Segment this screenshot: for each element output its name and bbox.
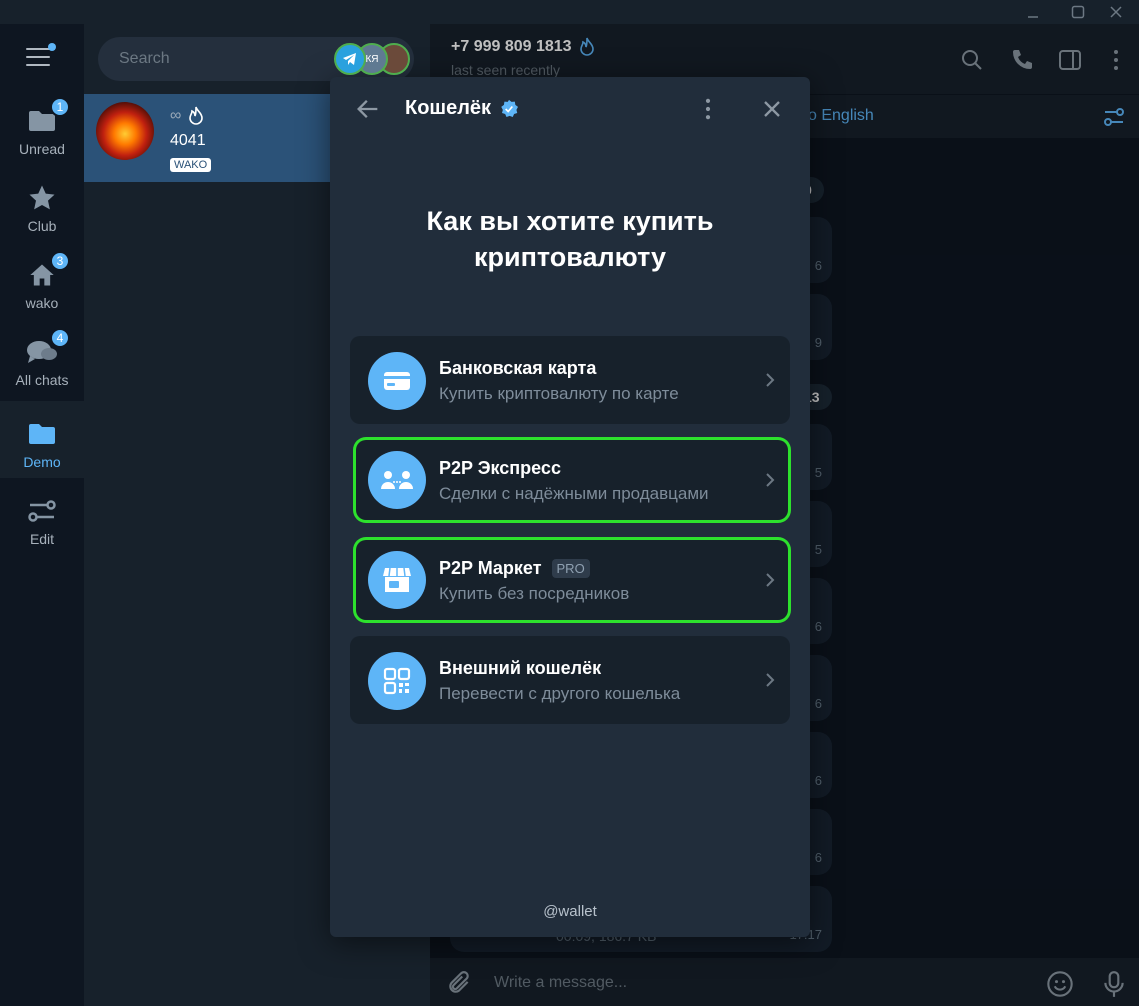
unread-badge: 1 [50,97,70,117]
option-subtitle: Сделки с надёжными продавцами [439,484,709,503]
dialog-title: Кошелёк [405,97,519,120]
card-icon [368,352,426,410]
folder-edit[interactable]: Edit [0,478,84,555]
qr-icon [368,652,426,710]
folder-icon: 1 [26,97,70,137]
chevron-right-icon [764,370,776,390]
folder-wako[interactable]: 3 wako [0,242,84,319]
option-title: P2P Экспресс [439,458,561,478]
back-arrow-icon[interactable] [354,95,382,123]
close-window-icon[interactable] [1093,0,1139,24]
more-vertical-icon[interactable] [694,95,722,123]
search-input[interactable]: Search КЯ [98,37,414,81]
home-icon: 3 [26,251,70,291]
option-title: Внешний кошелёк [439,658,602,678]
close-icon[interactable] [758,95,786,123]
star-icon [26,182,58,214]
folder-icon [26,418,58,450]
option-subtitle: Купить без посредников [439,584,630,603]
folder-demo[interactable]: Demo [0,401,84,478]
bot-username[interactable]: @wallet [330,903,810,920]
folder-club[interactable]: Club [0,165,84,242]
dialog-heading: Как вы хотите купить криптовалюту [426,206,714,272]
chat-name: ∞ [170,106,205,126]
option-title: Банковская карта [439,358,597,378]
wako-badge: 3 [50,251,70,271]
folder-rail: 1 Unread Club 3 wako 4 All chats Demo Ed… [0,24,84,1006]
folder-all-chats[interactable]: 4 All chats [0,319,84,396]
avatar [96,102,154,160]
option-bank-card[interactable]: Банковская карта Купить криптовалюту по … [350,336,790,424]
chevron-right-icon [764,470,776,490]
chat-tag: WAKO [170,158,212,172]
chat-preview: 4041 [170,132,206,149]
story-avatars[interactable]: КЯ [334,43,414,75]
wallet-dialog: Кошелёк Как вы хотите купить криптовалют… [330,77,810,937]
option-external-wallet[interactable]: Внешний кошелёк Перевести с другого коше… [350,636,790,724]
option-subtitle: Купить криптовалюту по карте [439,384,679,403]
chevron-right-icon [764,570,776,590]
people-icon [368,451,426,509]
option-subtitle: Перевести с другого кошелька [439,684,681,703]
chevron-right-icon [764,670,776,690]
search-placeholder: Search [119,50,170,67]
menu-icon[interactable] [26,43,56,70]
verified-icon [501,99,519,117]
store-icon [368,551,426,609]
minimize-icon[interactable] [1010,0,1056,24]
chats-icon: 4 [26,328,70,368]
option-p2p-market[interactable]: P2P Маркет PRO Купить без посредников [356,540,788,620]
telegram-icon [334,43,366,75]
window-titlebar [0,0,1139,24]
option-title: P2P Маркет PRO [439,558,590,579]
all-chats-badge: 4 [50,328,70,348]
fire-icon [189,106,204,125]
sliders-icon [26,495,58,527]
folder-unread[interactable]: 1 Unread [0,88,84,165]
option-p2p-express[interactable]: P2P Экспресс Сделки с надёжными продавца… [356,440,788,520]
pro-badge: PRO [551,559,590,578]
